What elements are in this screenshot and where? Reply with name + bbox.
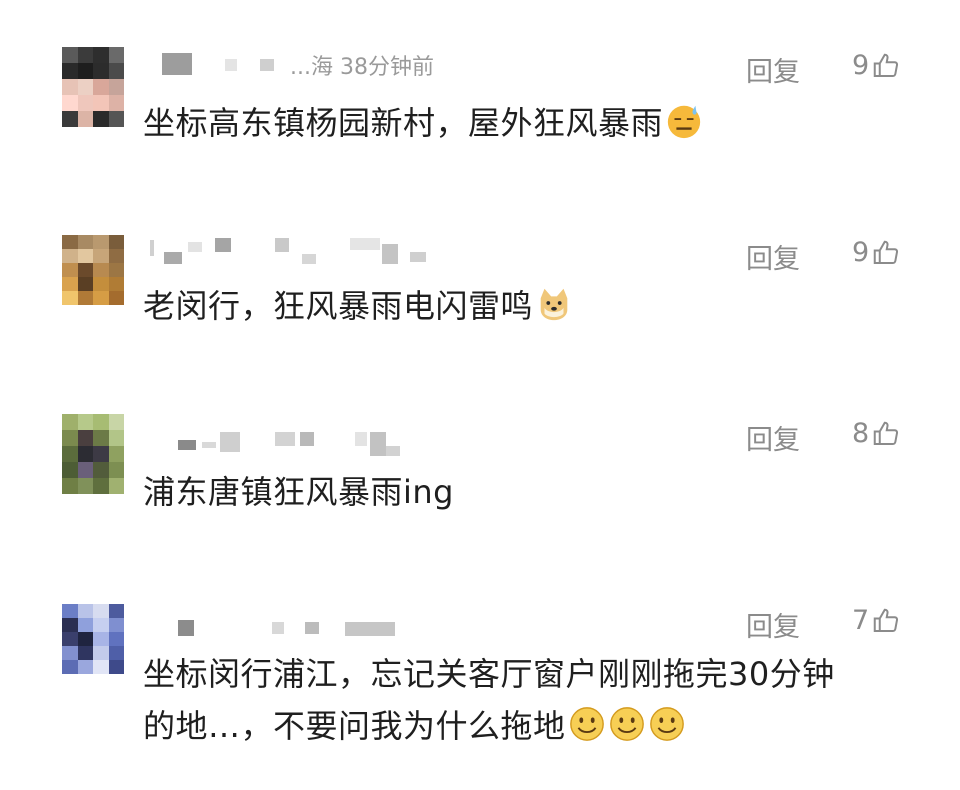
like-count: 9 [852,50,870,81]
like-button[interactable]: 8 [852,418,901,449]
thumbs-up-icon [873,240,899,264]
thumbs-up-icon [873,53,899,77]
thumbs-up-icon [873,421,899,445]
reply-button[interactable]: 回复 [746,418,800,457]
username[interactable] [150,432,470,456]
doge-emoji [540,288,568,321]
sweat-smile-emoji [667,105,701,139]
avatar[interactable] [62,47,124,127]
like-button[interactable]: 9 [852,237,901,268]
avatar[interactable] [62,604,124,674]
smile-emoji [569,707,604,741]
reply-button[interactable]: 回复 [746,237,800,276]
reply-button[interactable]: 回复 [746,50,800,89]
avatar[interactable] [62,414,124,494]
like-count: 7 [852,605,870,636]
username[interactable]: ...海 38分钟前 [150,53,470,80]
comment-text-line: 的地…，不要问我为什么拖地 [143,700,923,752]
comment-text: 坐标高东镇杨园新村，屋外狂风暴雨 [143,97,923,149]
comment-meta: ...海 38分钟前 [290,55,434,80]
like-count: 8 [852,418,870,449]
username[interactable] [150,618,470,640]
smile-emoji [649,707,684,741]
like-button[interactable]: 9 [852,50,901,81]
avatar[interactable] [62,235,124,305]
username[interactable] [150,238,470,264]
comment-text: 坐标闵行浦江，忘记关客厅窗户刚刚拖完30分钟 的地…，不要问我为什么拖地 [143,648,923,752]
like-count: 9 [852,237,870,268]
like-button[interactable]: 7 [852,605,901,636]
smile-emoji [609,707,644,741]
comment-text: 老闵行，狂风暴雨电闪雷鸣 [143,280,923,332]
comment-text: 浦东唐镇狂风暴雨ing [143,473,454,511]
comment-text-line: 坐标闵行浦江，忘记关客厅窗户刚刚拖完30分钟 [143,655,835,693]
thumbs-up-icon [873,608,899,632]
reply-button[interactable]: 回复 [746,605,800,644]
